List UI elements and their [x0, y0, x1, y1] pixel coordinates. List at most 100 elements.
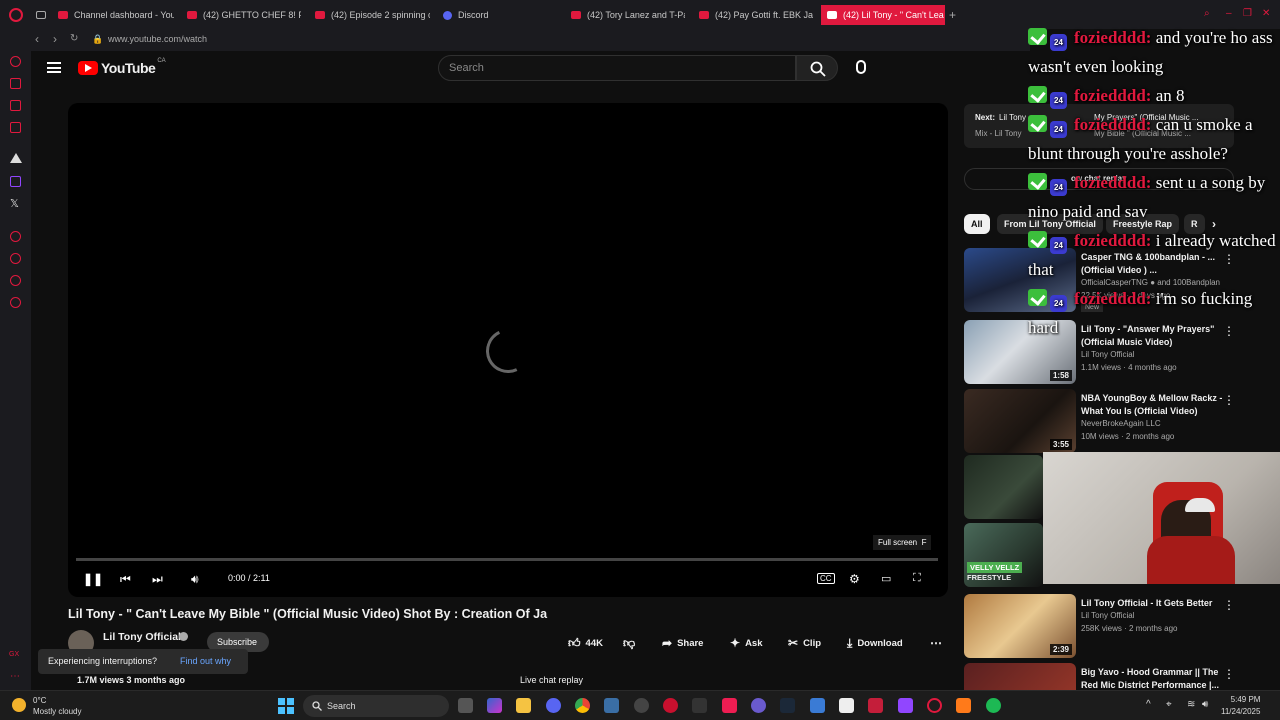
previous-icon[interactable]: ⏮: [120, 572, 131, 587]
app-icon[interactable]: [663, 698, 678, 713]
video-thumbnail[interactable]: 2:39: [964, 594, 1076, 658]
list-item[interactable]: [964, 455, 1044, 521]
location-icon[interactable]: ⌖: [1166, 699, 1172, 710]
forward-icon[interactable]: ›: [53, 32, 57, 46]
gx-icon[interactable]: GX: [9, 651, 20, 662]
reload-icon[interactable]: ↻: [70, 33, 78, 44]
weather-widget[interactable]: 0°C Mostly cloudy: [12, 695, 81, 717]
duration-badge: 3:55: [1049, 439, 1072, 450]
app-icon[interactable]: [751, 698, 766, 713]
list-item[interactable]: Big Yavo - Hood Grammar || The Red Mic D…: [964, 663, 1280, 690]
settings-icon[interactable]: [634, 698, 649, 713]
tv-icon[interactable]: [10, 100, 21, 111]
windows-taskbar: 0°C Mostly cloudy Search ^ ⌖ ≋ 🔊︎ 5:49 P…: [0, 690, 1280, 720]
chevron-up-icon[interactable]: ^: [1146, 699, 1151, 710]
x-icon[interactable]: 𝕏: [10, 197, 21, 210]
more-icon[interactable]: ⋯: [10, 671, 21, 682]
volume-icon[interactable]: 🔊︎: [191, 572, 199, 587]
list-item[interactable]: 3:55 NBA YoungBoy & Mellow Rackz - What …: [964, 389, 1280, 455]
tab-pay-gotti[interactable]: (42) Pay Gotti ft. EBK Jaa: [699, 5, 813, 25]
notepad-icon[interactable]: [839, 698, 854, 713]
download-button[interactable]: ⤓ Download: [847, 636, 903, 651]
ask-button[interactable]: ✦ Ask: [730, 636, 763, 650]
player-icon[interactable]: [10, 231, 21, 242]
twitch-icon[interactable]: [898, 698, 913, 713]
live-chat-replay[interactable]: Live chat replay: [520, 675, 583, 685]
messenger-icon[interactable]: [10, 78, 21, 89]
start-icon[interactable]: [278, 698, 294, 714]
tf-icon[interactable]: [692, 698, 707, 713]
extensions-icon[interactable]: [10, 275, 21, 286]
youtube-logo[interactable]: YouTube CA: [78, 58, 166, 76]
clock[interactable]: 5:49 PM 11/24/2025: [1221, 694, 1260, 718]
twitch-icon[interactable]: [10, 176, 21, 187]
captions-icon[interactable]: CC: [817, 573, 835, 584]
wifi-icon[interactable]: ≋: [1187, 699, 1195, 710]
like-button[interactable]: 👍︎ 44K: [568, 636, 603, 651]
search-input[interactable]: Search: [438, 55, 796, 81]
settings-gear-icon[interactable]: ⚙: [849, 572, 860, 586]
history-icon[interactable]: [10, 253, 21, 264]
minimize-icon[interactable]: –: [1226, 8, 1232, 19]
search-tabs-icon[interactable]: ⌕: [1204, 8, 1210, 19]
menu-icon[interactable]: [47, 62, 61, 73]
chrome-icon[interactable]: [575, 698, 590, 713]
new-tab-button[interactable]: +: [949, 8, 956, 22]
sub-badge-icon: 24: [1050, 179, 1067, 196]
find-out-why-link[interactable]: Find out why: [180, 656, 231, 666]
store-icon[interactable]: [604, 698, 619, 713]
video-thumbnail[interactable]: [964, 663, 1076, 690]
pause-icon[interactable]: ❚❚: [83, 572, 103, 586]
more-icon[interactable]: ⋮: [1223, 598, 1235, 612]
aria-icon[interactable]: [10, 56, 21, 67]
share-button[interactable]: ➦ Share: [662, 636, 703, 650]
next-icon[interactable]: ⏭: [152, 572, 163, 587]
workspaces-icon[interactable]: [36, 5, 48, 25]
steam-icon[interactable]: [780, 698, 795, 713]
copilot-icon[interactable]: [487, 698, 502, 713]
opera-gx-icon[interactable]: [927, 698, 942, 713]
tab-episode-2[interactable]: (42) Episode 2 spinning c: [315, 5, 430, 25]
chat-message: 24 foziedddd: can u smoke a blunt through…: [1028, 110, 1280, 168]
overlay-line-1: VELLY VELLZ: [967, 562, 1023, 573]
theater-mode-icon[interactable]: ▭: [881, 572, 891, 585]
app-icon[interactable]: [868, 698, 883, 713]
app-icon[interactable]: [810, 698, 825, 713]
rewind-icon[interactable]: [10, 153, 22, 163]
tab-channel-dashboard[interactable]: Channel dashboard - You: [58, 5, 174, 25]
video-thumbnail[interactable]: 3:55: [964, 389, 1076, 453]
maximize-icon[interactable]: ❐: [1243, 8, 1252, 19]
more-actions-button[interactable]: ⋯: [930, 636, 942, 650]
task-view-icon[interactable]: [458, 698, 473, 713]
chip-all[interactable]: All: [964, 214, 990, 234]
fullscreen-icon[interactable]: ⛶: [913, 572, 921, 585]
file-explorer-icon[interactable]: [516, 698, 531, 713]
tab-ghetto-chef[interactable]: (42) GHETTO CHEF 8! FE: [187, 5, 301, 25]
news-icon[interactable]: [10, 122, 21, 133]
progress-bar[interactable]: [76, 558, 938, 561]
tab-lil-tony-active[interactable]: (42) Lil Tony - " Can't Lea: [821, 5, 945, 25]
tiktok-icon[interactable]: [722, 698, 737, 713]
settings-icon[interactable]: [10, 297, 21, 308]
clip-button[interactable]: ✂ Clip: [788, 636, 821, 650]
url-field[interactable]: www.youtube.com/watch: [108, 34, 207, 44]
tab-discord[interactable]: Discord: [443, 5, 553, 25]
video-thumbnail[interactable]: [964, 455, 1043, 519]
opera-logo-icon[interactable]: [9, 8, 23, 22]
app-icon[interactable]: [956, 698, 971, 713]
spotify-icon[interactable]: [986, 698, 1001, 713]
taskbar-search[interactable]: Search: [303, 695, 449, 717]
dislike-button[interactable]: 👎︎: [623, 636, 635, 651]
discord-icon[interactable]: [546, 698, 561, 713]
close-icon[interactable]: ✕: [1262, 8, 1270, 19]
microphone-icon[interactable]: [856, 60, 866, 74]
list-item[interactable]: 2:39 Lil Tony Official - It Gets Better …: [964, 594, 1280, 660]
tab-label: Channel dashboard - You: [74, 10, 174, 20]
volume-icon[interactable]: 🔊︎: [1202, 699, 1208, 710]
channel-name[interactable]: Lil Tony Official: [103, 631, 181, 643]
search-button[interactable]: [796, 55, 838, 81]
more-icon[interactable]: ⋮: [1223, 667, 1235, 681]
tab-tory-lanez[interactable]: (42) Tory Lanez and T-Pa: [571, 5, 685, 25]
more-icon[interactable]: ⋮: [1223, 393, 1235, 407]
back-icon[interactable]: ‹: [35, 32, 39, 46]
